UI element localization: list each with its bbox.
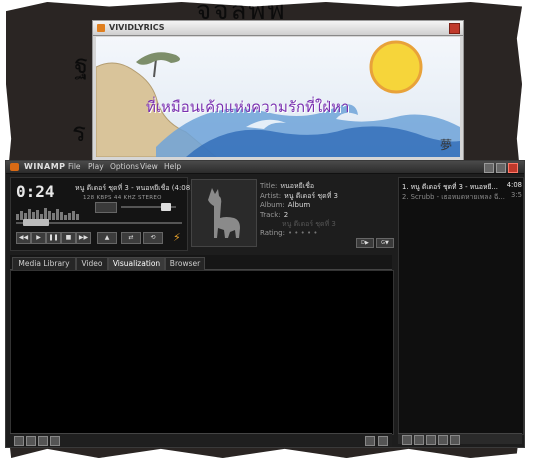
vividlyrics-app-icon [97,24,105,32]
artwork-signature: 夢 [439,138,452,152]
meta-track-value: 2 [283,211,289,219]
menu-options[interactable]: Options [110,162,139,171]
meta-album-value: Album [287,201,311,209]
menu-play[interactable]: Play [88,162,104,171]
meta-title-value: หนอหยีเชื่อ [280,182,315,190]
visualization-area[interactable] [10,270,394,435]
menu-view[interactable]: View [140,162,158,171]
stop-button[interactable]: ■ [61,232,76,244]
tree-icon [136,52,180,65]
album-art [191,179,257,247]
player-panel: 0:24 หนู ดีเดอร์ ชุดที่ 3 - หนอหยีเชื่อ … [10,177,193,251]
tab-media-library[interactable]: Media Library [12,257,76,270]
tab-video[interactable]: Video [76,257,108,270]
library-bottom-bar [10,433,392,446]
song-title-marquee: หนู ดีเดอร์ ชุดที่ 3 - หนอหยีเชื่อ (4:08… [75,184,193,192]
previous-button[interactable]: ◀◀ [16,232,31,244]
tab-browser[interactable]: Browser [165,257,205,270]
vividlyrics-window[interactable]: VIVIDLYRICS ที่เหมือนเค้กแห่งความรักที่ใ… [92,20,464,162]
lightning-icon[interactable]: ⚡ [173,231,181,244]
meta-rating[interactable]: Rating: • • • • • [260,229,317,237]
pin-icon[interactable] [50,436,60,446]
close-icon[interactable] [508,163,518,173]
playlist-misc-icon[interactable] [438,435,448,445]
vividlyrics-title: VIVIDLYRICS [109,23,165,32]
playlist-bottom-bar [398,433,522,445]
screenshot-stage: จจลพพ ฐ ร VIVIDLYRICS ที่เหมือนเค้กแห่งค… [0,0,535,467]
current-lyric-line: ที่เหมือนเค้กแห่งความรักที่ใฝ่หา [146,98,350,116]
settings-icon[interactable] [365,436,375,446]
play-button[interactable]: ▶ [31,232,46,244]
winamp-logo-icon [10,163,19,171]
pause-button[interactable]: ❚❚ [46,232,61,244]
samplerate-label: 44 KHZ [113,195,136,201]
meta-album: Album: Album [260,201,311,209]
back-icon[interactable] [26,436,36,446]
close-icon[interactable] [449,23,460,34]
tab-visualization[interactable]: Visualization [108,257,165,270]
winamp-window[interactable]: WINAMP File Play Options View Help 0:24 … [5,160,525,448]
info-action-button[interactable]: D▶ [356,238,374,248]
elapsed-time[interactable]: 0:24 [16,182,55,201]
next-button[interactable]: ▶▶ [76,232,91,244]
background-decoration-left: ฐ [74,50,91,80]
eject-button[interactable]: ▲ [97,232,117,244]
winamp-titlebar[interactable]: WINAMP File Play Options View Help [6,161,524,174]
spectrum-visualizer[interactable] [16,201,82,220]
sun-icon [369,40,423,94]
winamp-title: WINAMP [24,162,66,171]
playlist-item[interactable]: 2. Scrubb - เธอหมดหายเพลง ฉี... 3:5 [402,191,522,202]
library-tabs: Media Library Video Visualization Browse… [10,255,392,270]
resize-icon[interactable] [378,436,388,446]
bitrate-label: 128 KBPS [83,195,112,201]
seek-bar-knob[interactable] [23,219,49,226]
meta-track: Track: 2 [260,211,289,219]
vividlyrics-titlebar[interactable]: VIVIDLYRICS [93,21,463,36]
forward-icon[interactable] [38,436,48,446]
menu-help[interactable]: Help [164,162,181,171]
volume-toggle-button[interactable] [95,202,117,213]
repeat-icon[interactable]: ⟲ [143,232,163,244]
shade-icon[interactable] [496,163,506,173]
rating-stars[interactable]: • • • • • [288,229,318,237]
menu-file[interactable]: File [68,162,81,171]
stereo-label: STEREO [138,195,162,201]
lyrics-artwork: ที่เหมือนเค้กแห่งความรักที่ใฝ่หา 夢 [96,37,460,157]
background-decoration-mid: ร [72,118,88,148]
llama-icon [208,188,240,238]
playlist-add-icon[interactable] [402,435,412,445]
minimize-icon[interactable] [484,163,494,173]
playlist-panel[interactable]: 1. หนู ดีเดอร์ ชุดที่ 3 - หนอหยี... 4:08… [398,177,524,435]
volume-slider-knob[interactable] [161,203,171,211]
library-menu-icon[interactable] [14,436,24,446]
playlist-remove-icon[interactable] [414,435,424,445]
shuffle-icon[interactable]: ⇄ [121,232,141,244]
info-menu-button[interactable]: G▼ [376,238,394,248]
meta-artist-value: หนู ดีเดอร์ ชุดที่ 3 [284,192,338,200]
stream-info: 128 KBPS 44 KHZ STEREO [83,195,162,201]
playlist-list-icon[interactable] [450,435,460,445]
playlist-select-icon[interactable] [426,435,436,445]
